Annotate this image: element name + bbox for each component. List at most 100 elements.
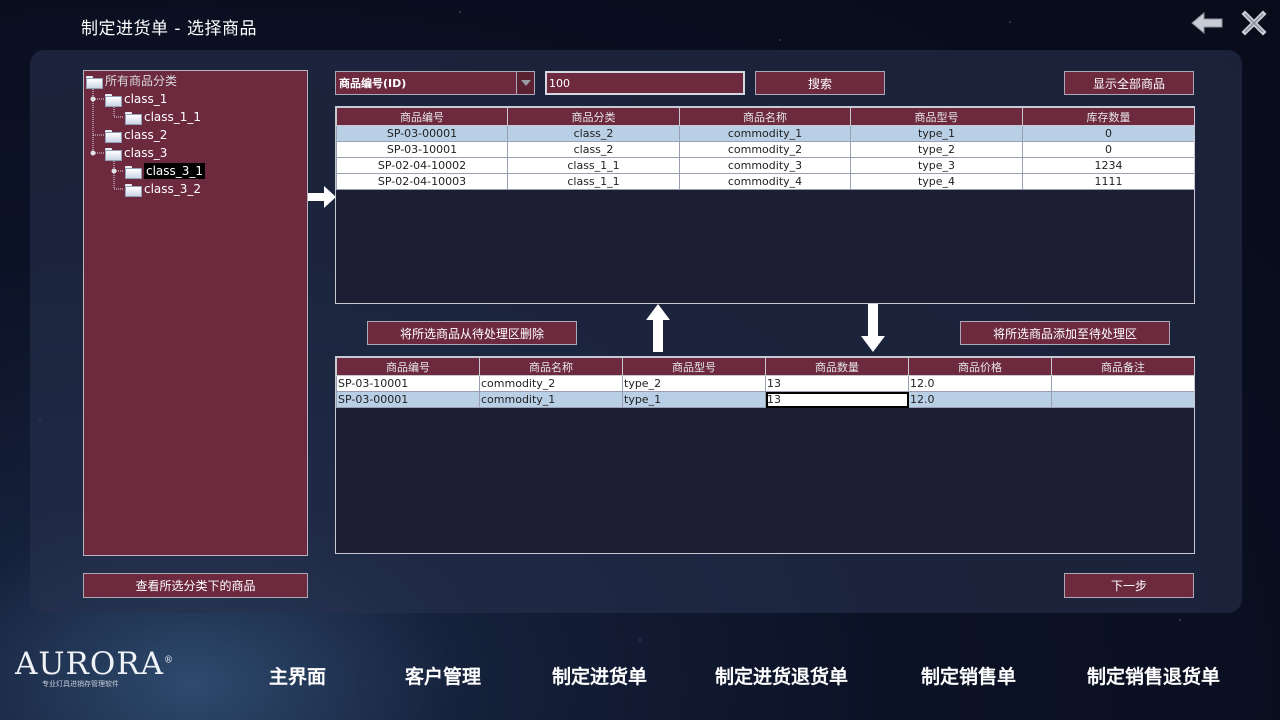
pending-table-header: 商品编号 商品名称 商品型号 商品数量 商品价格 商品备注 (336, 357, 1194, 376)
column-header[interactable]: 库存数量 (1022, 107, 1194, 126)
table-cell[interactable]: commodity_2 (479, 375, 623, 392)
table-cell[interactable]: type_2 (850, 141, 1023, 158)
column-header[interactable]: 商品名称 (679, 107, 851, 126)
folder-icon (125, 183, 142, 197)
nav-purchase-order[interactable]: 制定进货单 (552, 662, 647, 692)
tree-node-class-2[interactable]: class_2 (105, 127, 167, 143)
table-cell[interactable]: class_1_1 (507, 157, 680, 174)
tree-node-class-3-2[interactable]: class_3_2 (125, 181, 201, 197)
table-cell[interactable]: 0 (1022, 141, 1194, 158)
up-arrow-icon (646, 304, 670, 352)
table-cell[interactable]: SP-02-04-10002 (336, 157, 508, 174)
table-row-selected[interactable]: SP-03-00001 commodity_1 type_1 13 12.0 (336, 391, 1194, 408)
tree-node-label: class_1_1 (144, 110, 202, 124)
category-tree[interactable]: 所有商品分类 class_1 class_1_1 class_2 class_3… (83, 70, 308, 556)
goods-table[interactable]: 商品编号 商品分类 商品名称 商品型号 库存数量 SP-03-00001 cla… (335, 106, 1195, 304)
tree-root-label: 所有商品分类 (105, 74, 178, 88)
table-cell[interactable]: 1234 (1022, 157, 1194, 174)
column-header[interactable]: 商品价格 (908, 357, 1052, 376)
table-row-selected[interactable]: SP-03-00001 class_2 commodity_1 type_1 0 (336, 125, 1194, 142)
table-cell[interactable]: SP-03-10001 (336, 375, 480, 392)
table-row[interactable]: SP-02-04-10002 class_1_1 commodity_3 typ… (336, 157, 1194, 174)
table-cell[interactable]: 13 (765, 375, 909, 392)
tree-node-class-3[interactable]: class_3 (105, 145, 167, 161)
table-row[interactable]: SP-03-10001 commodity_2 type_2 13 12.0 (336, 375, 1194, 392)
nav-sales-order[interactable]: 制定销售单 (921, 662, 1016, 692)
folder-icon (86, 75, 103, 89)
table-cell[interactable]: commodity_4 (679, 173, 851, 190)
column-header[interactable]: 商品编号 (336, 357, 480, 376)
tree-node-class-3-1[interactable]: class_3_1 (125, 163, 206, 179)
table-row[interactable]: SP-03-10001 class_2 commodity_2 type_2 0 (336, 141, 1194, 158)
table-cell[interactable]: commodity_1 (479, 391, 623, 408)
table-cell[interactable]: commodity_3 (679, 157, 851, 174)
tree-node-label: class_3_2 (144, 182, 202, 196)
folder-icon (105, 147, 122, 161)
table-cell[interactable]: commodity_2 (679, 141, 851, 158)
table-cell[interactable]: SP-03-00001 (336, 391, 480, 408)
table-row[interactable]: SP-02-04-10003 class_1_1 commodity_4 typ… (336, 173, 1194, 190)
table-cell[interactable]: commodity_1 (679, 125, 851, 142)
table-cell[interactable]: type_1 (622, 391, 766, 408)
search-field-value: 商品编号(ID) (339, 77, 407, 90)
remove-from-pending-button[interactable]: 将所选商品从待处理区删除 (367, 321, 577, 345)
quantity-edit-cell[interactable]: 13 (765, 391, 909, 408)
show-all-goods-button[interactable]: 显示全部商品 (1064, 71, 1194, 95)
table-cell[interactable] (1051, 375, 1194, 392)
folder-icon (105, 93, 122, 107)
tree-root[interactable]: 所有商品分类 (86, 73, 177, 89)
column-header[interactable]: 商品数量 (765, 357, 909, 376)
table-cell[interactable]: type_2 (622, 375, 766, 392)
tree-node-class-1[interactable]: class_1 (105, 91, 167, 107)
table-cell[interactable]: class_2 (507, 125, 680, 142)
search-field-select[interactable]: 商品编号(ID) (335, 71, 535, 95)
right-arrow-icon (308, 186, 336, 208)
pending-table[interactable]: 商品编号 商品名称 商品型号 商品数量 商品价格 商品备注 SP-03-1000… (335, 356, 1195, 554)
close-icon (1241, 10, 1267, 36)
aurora-logo: AURORA® 专业灯具进销存管理软件 (15, 646, 174, 689)
table-cell[interactable]: SP-03-00001 (336, 125, 508, 142)
folder-icon (125, 165, 142, 179)
registered-mark: ® (164, 655, 174, 666)
down-arrow-icon (861, 304, 885, 352)
table-cell[interactable]: class_1_1 (507, 173, 680, 190)
table-cell[interactable]: type_1 (850, 125, 1023, 142)
goods-table-header: 商品编号 商品分类 商品名称 商品型号 库存数量 (336, 107, 1194, 126)
table-cell[interactable]: SP-03-10001 (336, 141, 508, 158)
search-input[interactable] (545, 71, 745, 95)
tree-node-class-1-1[interactable]: class_1_1 (125, 109, 201, 125)
table-cell[interactable]: type_3 (850, 157, 1023, 174)
folder-icon (125, 111, 142, 125)
nav-purchase-return-order[interactable]: 制定进货退货单 (715, 662, 848, 692)
nav-customer-management[interactable]: 客户管理 (405, 662, 481, 692)
folder-icon (105, 129, 122, 143)
back-arrow-icon (1191, 11, 1223, 35)
tree-node-label: class_1 (124, 92, 168, 106)
nav-sales-return-order[interactable]: 制定销售退货单 (1087, 662, 1220, 692)
table-cell[interactable]: type_4 (850, 173, 1023, 190)
tree-node-label: class_3 (124, 146, 168, 160)
column-header[interactable]: 商品编号 (336, 107, 508, 126)
table-cell[interactable]: 0 (1022, 125, 1194, 142)
nav-home[interactable]: 主界面 (269, 662, 326, 692)
chevron-down-icon[interactable] (516, 72, 534, 94)
table-cell[interactable] (1051, 391, 1194, 408)
window-title: 制定进货单 - 选择商品 (81, 19, 257, 39)
column-header[interactable]: 商品型号 (850, 107, 1023, 126)
search-button[interactable]: 搜索 (755, 71, 885, 95)
column-header[interactable]: 商品名称 (479, 357, 623, 376)
table-cell[interactable]: SP-02-04-10003 (336, 173, 508, 190)
back-button[interactable] (1190, 8, 1224, 38)
add-to-pending-button[interactable]: 将所选商品添加至待处理区 (960, 321, 1170, 345)
table-cell[interactable]: 1111 (1022, 173, 1194, 190)
column-header[interactable]: 商品备注 (1051, 357, 1194, 376)
view-category-goods-button[interactable]: 查看所选分类下的商品 (83, 573, 308, 598)
column-header[interactable]: 商品型号 (622, 357, 766, 376)
close-button[interactable] (1237, 8, 1271, 38)
table-cell[interactable]: class_2 (507, 141, 680, 158)
table-cell[interactable]: 12.0 (908, 391, 1052, 408)
column-header[interactable]: 商品分类 (507, 107, 680, 126)
table-cell[interactable]: 12.0 (908, 375, 1052, 392)
tree-node-label: class_2 (124, 128, 168, 142)
next-step-button[interactable]: 下一步 (1064, 573, 1194, 598)
